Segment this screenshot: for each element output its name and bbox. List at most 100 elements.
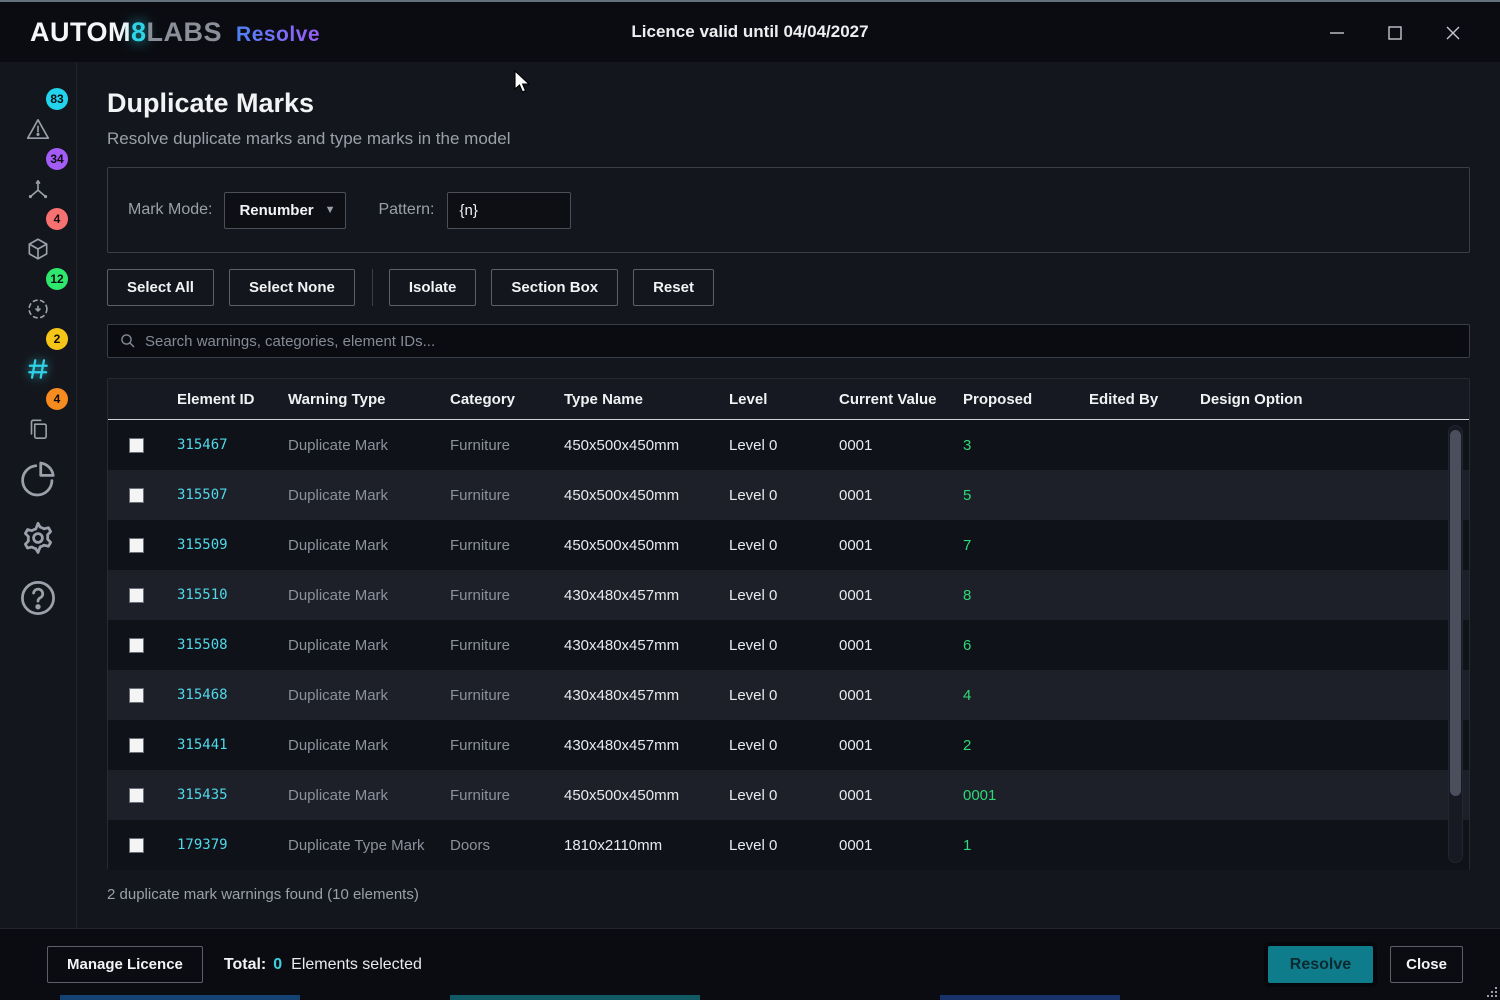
table-scrollbar[interactable] — [1448, 425, 1463, 863]
row-checkbox[interactable] — [129, 638, 144, 653]
select-all-button[interactable]: Select All — [107, 269, 214, 306]
type-name-cell: 450x500x450mm — [553, 787, 718, 804]
proposed-value-cell: 4 — [952, 687, 1078, 704]
column-header-proposed[interactable]: Proposed — [952, 391, 1078, 408]
current-value-cell: 0001 — [828, 837, 952, 854]
column-header-warning-type[interactable]: Warning Type — [277, 391, 439, 408]
column-header-element-id[interactable]: Element ID — [166, 391, 277, 408]
row-checkbox[interactable] — [129, 588, 144, 603]
results-summary: 2 duplicate mark warnings found (10 elem… — [107, 886, 1470, 903]
action-button-row: Select All Select None Isolate Section Box R… — [107, 269, 1470, 306]
scrollbar-thumb[interactable] — [1450, 430, 1461, 796]
warning-type-cell: Duplicate Mark — [277, 637, 439, 654]
bottom-bar: Manage Licence Total: 0 Elements selecte… — [0, 928, 1500, 1000]
row-checkbox[interactable] — [129, 838, 144, 853]
sidebar-item-cube[interactable]: 4 — [16, 208, 60, 268]
search-bar[interactable]: Search warnings, categories, element IDs… — [107, 324, 1470, 358]
button-group-divider — [372, 269, 373, 306]
mark-mode-dropdown[interactable]: Renumber ▼ — [224, 192, 346, 229]
total-suffix: Elements selected — [291, 956, 422, 974]
level-cell: Level 0 — [718, 437, 828, 454]
resolve-button[interactable]: Resolve — [1268, 946, 1373, 983]
logo-part-labs: LABS — [147, 17, 223, 48]
sidebar-item-pie-chart[interactable] — [16, 448, 60, 508]
sidebar-item-copy-pages[interactable]: 4 — [16, 388, 60, 448]
level-cell: Level 0 — [718, 787, 828, 804]
close-button[interactable]: Close — [1390, 946, 1463, 983]
table-row[interactable]: 315510Duplicate MarkFurniture430x480x457… — [108, 570, 1469, 620]
minimize-button[interactable] — [1308, 2, 1366, 64]
window-controls — [1308, 2, 1482, 64]
current-value-cell: 0001 — [828, 787, 952, 804]
category-cell: Furniture — [439, 587, 553, 604]
column-header-category[interactable]: Category — [439, 391, 553, 408]
reset-button[interactable]: Reset — [633, 269, 714, 306]
element-id-link[interactable]: 315509 — [166, 537, 277, 553]
category-cell: Furniture — [439, 737, 553, 754]
sidebar-item-gear[interactable] — [16, 508, 60, 568]
element-id-link[interactable]: 315507 — [166, 487, 277, 503]
table-header-row: Element IDWarning TypeCategoryType NameL… — [108, 379, 1469, 420]
element-id-link[interactable]: 315467 — [166, 437, 277, 453]
type-name-cell: 430x480x457mm — [553, 637, 718, 654]
search-icon — [120, 333, 136, 349]
checkbox-cell — [108, 588, 166, 603]
row-checkbox[interactable] — [129, 438, 144, 453]
select-none-button[interactable]: Select None — [229, 269, 355, 306]
sidebar-item-transform-circle[interactable]: 12 — [16, 268, 60, 328]
element-id-link[interactable]: 179379 — [166, 837, 277, 853]
table-row[interactable]: 315508Duplicate MarkFurniture430x480x457… — [108, 620, 1469, 670]
sidebar-item-hash[interactable]: 2 — [16, 328, 60, 388]
titlebar: AUTOM8LABS Resolve Licence valid until 0… — [0, 0, 1500, 62]
table-row[interactable]: 315435Duplicate MarkFurniture450x500x450… — [108, 770, 1469, 820]
row-checkbox[interactable] — [129, 488, 144, 503]
sidebar-item-warning-triangle[interactable]: 83 — [16, 88, 60, 148]
category-cell: Furniture — [439, 637, 553, 654]
level-cell: Level 0 — [718, 737, 828, 754]
table-row[interactable]: 315467Duplicate MarkFurniture450x500x450… — [108, 420, 1469, 470]
element-id-link[interactable]: 315510 — [166, 587, 277, 603]
axis-3d-icon — [25, 176, 51, 202]
close-icon — [1444, 24, 1462, 42]
sidebar-item-help[interactable] — [16, 568, 60, 628]
close-window-button[interactable] — [1424, 2, 1482, 64]
section-box-button[interactable]: Section Box — [491, 269, 618, 306]
column-header-type-name[interactable]: Type Name — [553, 391, 718, 408]
table-row[interactable]: 315468Duplicate MarkFurniture430x480x457… — [108, 670, 1469, 720]
warning-type-cell: Duplicate Mark — [277, 737, 439, 754]
pie-chart-icon — [16, 456, 60, 500]
element-id-link[interactable]: 315508 — [166, 637, 277, 653]
row-checkbox[interactable] — [129, 738, 144, 753]
isolate-button[interactable]: Isolate — [389, 269, 477, 306]
column-header-current-value[interactable]: Current Value — [828, 391, 952, 408]
column-header-edited-by[interactable]: Edited By — [1078, 391, 1189, 408]
manage-licence-button[interactable]: Manage Licence — [47, 946, 203, 983]
total-label: Total: — [224, 956, 266, 974]
table-row[interactable]: 315509Duplicate MarkFurniture450x500x450… — [108, 520, 1469, 570]
resize-grip[interactable] — [1485, 985, 1498, 998]
element-id-link[interactable]: 315468 — [166, 687, 277, 703]
row-checkbox[interactable] — [129, 788, 144, 803]
column-header-design-option[interactable]: Design Option — [1189, 391, 1469, 408]
type-name-cell: 450x500x450mm — [553, 437, 718, 454]
pattern-input[interactable]: {n} — [447, 192, 571, 229]
transform-circle-icon — [25, 296, 51, 322]
element-id-link[interactable]: 315441 — [166, 737, 277, 753]
sidebar-item-axis-3d[interactable]: 34 — [16, 148, 60, 208]
element-id-link[interactable]: 315435 — [166, 787, 277, 803]
pattern-value: {n} — [460, 202, 478, 219]
table-row[interactable]: 315441Duplicate MarkFurniture430x480x457… — [108, 720, 1469, 770]
proposed-value-cell: 1 — [952, 837, 1078, 854]
mark-mode-panel: Mark Mode: Renumber ▼ Pattern: {n} — [107, 167, 1470, 253]
maximize-button[interactable] — [1366, 2, 1424, 64]
table-row[interactable]: 315507Duplicate MarkFurniture450x500x450… — [108, 470, 1469, 520]
column-header-level[interactable]: Level — [718, 391, 828, 408]
proposed-value-cell: 3 — [952, 437, 1078, 454]
screen-edge-artifact — [940, 995, 1120, 1000]
row-checkbox[interactable] — [129, 688, 144, 703]
logo-part-8: 8 — [131, 17, 147, 48]
cube-icon — [25, 236, 51, 262]
row-checkbox[interactable] — [129, 538, 144, 553]
current-value-cell: 0001 — [828, 587, 952, 604]
table-row[interactable]: 179379Duplicate Type MarkDoors1810x2110m… — [108, 820, 1469, 870]
